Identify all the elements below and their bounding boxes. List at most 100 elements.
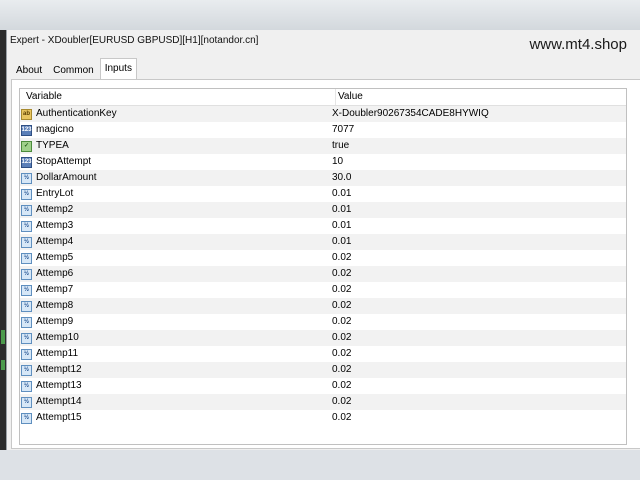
string-icon: ab: [21, 108, 32, 120]
variable-cell: ½ Attemp3: [20, 218, 330, 234]
variable-name: EntryLot: [36, 188, 74, 199]
value-cell[interactable]: 0.02: [330, 362, 626, 378]
double-icon: ½: [21, 220, 32, 232]
column-header-value[interactable]: Value: [336, 89, 626, 105]
integer-icon: 123: [21, 124, 32, 136]
table-row[interactable]: ½ Attemp8 0.02: [20, 298, 626, 314]
variable-cell: ½ Attempt12: [20, 362, 330, 378]
table-row[interactable]: ½ Attemp11 0.02: [20, 346, 626, 362]
variable-name: Attemp5: [36, 252, 74, 263]
value-cell[interactable]: 0.02: [330, 314, 626, 330]
variable-cell: ½ Attemp5: [20, 250, 330, 266]
value-cell[interactable]: 10: [330, 154, 626, 170]
value-cell[interactable]: 0.02: [330, 330, 626, 346]
value-cell[interactable]: 0.02: [330, 298, 626, 314]
variable-cell: ½ EntryLot: [20, 186, 330, 202]
variable-name: Attempt14: [36, 396, 82, 407]
variable-name: StopAttempt: [36, 156, 92, 167]
double-icon: ½: [21, 396, 32, 408]
column-header-variable[interactable]: Variable: [20, 89, 336, 105]
table-row[interactable]: ½ Attemp3 0.01: [20, 218, 626, 234]
table-row[interactable]: ½ Attemp7 0.02: [20, 282, 626, 298]
double-icon: ½: [21, 364, 32, 376]
table-row[interactable]: ½ Attempt14 0.02: [20, 394, 626, 410]
double-icon: ½: [21, 252, 32, 264]
expert-properties-window: Expert - XDoubler[EURUSD GBPUSD][H1][not…: [6, 30, 640, 450]
grid-header: Variable Value: [20, 89, 626, 106]
value-cell[interactable]: 0.02: [330, 394, 626, 410]
variable-name: Attempt12: [36, 364, 82, 375]
value-cell[interactable]: 0.02: [330, 378, 626, 394]
boolean-icon: ✓: [21, 140, 32, 152]
table-row[interactable]: ½ Attemp4 0.01: [20, 234, 626, 250]
variable-cell: ✓ TYPEA: [20, 138, 330, 154]
table-row[interactable]: ½ Attemp9 0.02: [20, 314, 626, 330]
value-cell[interactable]: X-Doubler90267354CADE8HYWIQ: [330, 106, 626, 122]
variable-name: Attemp8: [36, 300, 74, 311]
value-cell[interactable]: 0.01: [330, 234, 626, 250]
double-icon: ½: [21, 188, 32, 200]
table-row[interactable]: ½ DollarAmount 30.0: [20, 170, 626, 186]
double-icon: ½: [21, 300, 32, 312]
value-cell[interactable]: 7077: [330, 122, 626, 138]
variable-name: magicno: [36, 124, 74, 135]
value-cell[interactable]: 0.02: [330, 410, 626, 426]
variable-cell: ½ Attemp2: [20, 202, 330, 218]
tab-inputs[interactable]: Inputs: [99, 58, 137, 80]
value-cell[interactable]: 0.02: [330, 346, 626, 362]
value-cell[interactable]: 0.02: [330, 266, 626, 282]
table-row[interactable]: ½ Attempt13 0.02: [20, 378, 626, 394]
table-row[interactable]: ½ Attemp6 0.02: [20, 266, 626, 282]
table-row[interactable]: ½ Attemp2 0.01: [20, 202, 626, 218]
table-row[interactable]: 123 StopAttempt 10: [20, 154, 626, 170]
tab-about[interactable]: About: [11, 61, 47, 80]
table-row[interactable]: ½ Attemp10 0.02: [20, 330, 626, 346]
variable-name: DollarAmount: [36, 172, 97, 183]
table-row[interactable]: ½ EntryLot 0.01: [20, 186, 626, 202]
variable-cell: ½ Attemp9: [20, 314, 330, 330]
double-icon: ½: [21, 412, 32, 424]
window-title: Expert - XDoubler[EURUSD GBPUSD][H1][not…: [10, 35, 259, 46]
inputs-grid: Variable Value ab AuthenticationKey X-Doub…: [19, 88, 627, 445]
variable-cell: 123 magicno: [20, 122, 330, 138]
variable-cell: ½ Attemp11: [20, 346, 330, 362]
value-cell[interactable]: 30.0: [330, 170, 626, 186]
tab-common[interactable]: Common: [48, 61, 99, 80]
double-icon: ½: [21, 284, 32, 296]
variable-cell: ½ Attemp8: [20, 298, 330, 314]
value-cell[interactable]: 0.01: [330, 218, 626, 234]
table-row[interactable]: 123 magicno 7077: [20, 122, 626, 138]
integer-icon: 123: [21, 156, 32, 168]
variable-name: Attemp10: [36, 332, 79, 343]
value-cell[interactable]: 0.02: [330, 250, 626, 266]
value-cell[interactable]: 0.02: [330, 282, 626, 298]
double-icon: ½: [21, 348, 32, 360]
variable-cell: ½ Attempt13: [20, 378, 330, 394]
variable-name: Attemp6: [36, 268, 74, 279]
variable-name: Attemp9: [36, 316, 74, 327]
value-cell[interactable]: 0.01: [330, 186, 626, 202]
variable-cell: ½ DollarAmount: [20, 170, 330, 186]
double-icon: ½: [21, 316, 32, 328]
variable-name: Attemp2: [36, 204, 74, 215]
chart-fragment: [1, 330, 5, 344]
double-icon: ½: [21, 380, 32, 392]
variable-name: Attemp7: [36, 284, 74, 295]
variable-name: Attemp4: [36, 236, 74, 247]
value-cell[interactable]: 0.01: [330, 202, 626, 218]
table-row[interactable]: ✓ TYPEA true: [20, 138, 626, 154]
table-row[interactable]: ½ Attempt15 0.02: [20, 410, 626, 426]
watermark-text: www.mt4.shop: [529, 36, 627, 53]
value-cell[interactable]: true: [330, 138, 626, 154]
table-row[interactable]: ½ Attemp5 0.02: [20, 250, 626, 266]
table-row[interactable]: ½ Attempt12 0.02: [20, 362, 626, 378]
chart-fragment: [1, 360, 5, 370]
table-row[interactable]: ab AuthenticationKey X-Doubler90267354CADE…: [20, 106, 626, 122]
double-icon: ½: [21, 268, 32, 280]
variable-cell: ½ Attemp6: [20, 266, 330, 282]
variable-cell: ½ Attemp7: [20, 282, 330, 298]
double-icon: ½: [21, 332, 32, 344]
variable-name: Attemp11: [36, 348, 79, 359]
tab-bar: About Common Inputs: [11, 58, 138, 80]
double-icon: ½: [21, 236, 32, 248]
